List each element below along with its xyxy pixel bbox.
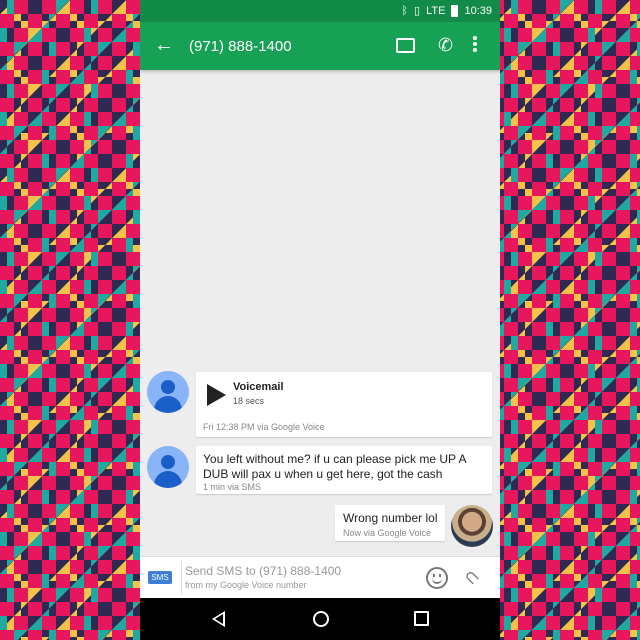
voicemail-message[interactable]: Voicemail 18 secs Fri 12:38 PM via Googl… bbox=[196, 372, 492, 437]
incoming-message[interactable]: You left without me? if u can please pic… bbox=[196, 446, 492, 494]
more-options-icon[interactable] bbox=[472, 34, 478, 54]
compose-bar: SMS Send SMS to (971) 888-1400 from my G… bbox=[140, 556, 500, 599]
video-call-icon[interactable] bbox=[396, 34, 415, 58]
nav-home-icon[interactable] bbox=[313, 611, 329, 627]
message-meta: Now via Google Voice bbox=[343, 528, 432, 538]
bluetooth-icon: ᛒ bbox=[401, 5, 409, 17]
status-icons: ᛒ ▯ LTE 10:39 bbox=[401, 4, 492, 18]
vibrate-icon: ▯ bbox=[414, 5, 421, 17]
nav-back-icon[interactable] bbox=[212, 611, 225, 627]
message-input[interactable]: Send SMS to (971) 888-1400 bbox=[185, 564, 341, 578]
play-icon[interactable] bbox=[207, 384, 226, 406]
compose-subtext: from my Google Voice number bbox=[185, 580, 307, 590]
clock: 10:39 bbox=[464, 5, 492, 17]
message-text: Wrong number lol bbox=[343, 511, 438, 525]
voicemail-duration: 18 secs bbox=[233, 396, 265, 406]
message-text: You left without me? if u can please pic… bbox=[203, 452, 466, 481]
contact-avatar bbox=[147, 446, 189, 488]
sms-badge[interactable]: SMS bbox=[148, 571, 172, 584]
back-arrow-icon[interactable]: ← bbox=[154, 34, 174, 56]
outgoing-message[interactable]: Wrong number lol Now via Google Voice bbox=[335, 505, 445, 541]
status-bar: ᛒ ▯ LTE 10:39 bbox=[140, 0, 500, 22]
user-avatar bbox=[451, 505, 493, 547]
voicemail-title: Voicemail bbox=[233, 381, 284, 393]
battery-icon bbox=[451, 5, 459, 17]
conversation-title: (971) 888-1400 bbox=[189, 38, 292, 55]
phone-screen: ᛒ ▯ LTE 10:39 ← (971) 888-1400 ✆ Voicema… bbox=[140, 0, 500, 640]
signal-icon: LTE bbox=[426, 5, 446, 17]
message-meta: Fri 12:38 PM via Google Voice bbox=[203, 422, 325, 432]
emoji-icon[interactable] bbox=[426, 567, 448, 589]
navigation-bar bbox=[140, 598, 500, 640]
nav-recents-icon[interactable] bbox=[414, 611, 429, 626]
phone-call-icon[interactable]: ✆ bbox=[438, 34, 453, 56]
attach-icon[interactable]: ⊂ bbox=[459, 565, 484, 591]
contact-avatar bbox=[147, 371, 189, 413]
app-bar: ← (971) 888-1400 ✆ bbox=[140, 22, 500, 70]
divider bbox=[181, 561, 182, 595]
message-meta: 1 min via SMS bbox=[203, 482, 262, 492]
